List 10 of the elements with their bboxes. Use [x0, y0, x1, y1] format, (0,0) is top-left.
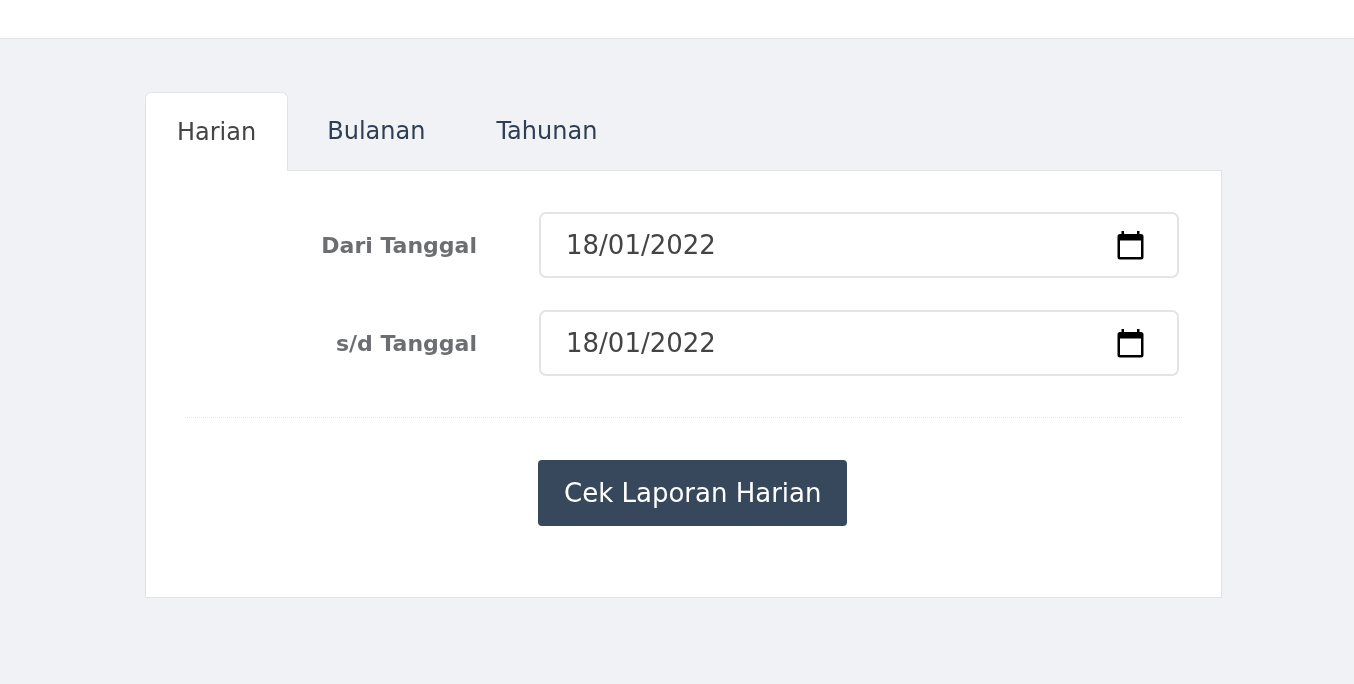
field-label: Dari Tanggal	[320, 231, 477, 260]
tab[interactable]: Bulanan	[295, 91, 458, 170]
field-label: s/d Tanggal	[334, 329, 477, 358]
tab[interactable]: Harian	[145, 92, 289, 171]
tab[interactable]: Tahunan	[464, 91, 630, 170]
calendar-icon[interactable]	[1117, 230, 1144, 260]
calendar-icon[interactable]	[1117, 328, 1144, 358]
date-field[interactable]: 18/01/2022	[539, 310, 1179, 376]
submit-button[interactable]: Cek Laporan Harian	[538, 460, 848, 526]
date-field[interactable]: 18/01/2022	[539, 212, 1179, 278]
